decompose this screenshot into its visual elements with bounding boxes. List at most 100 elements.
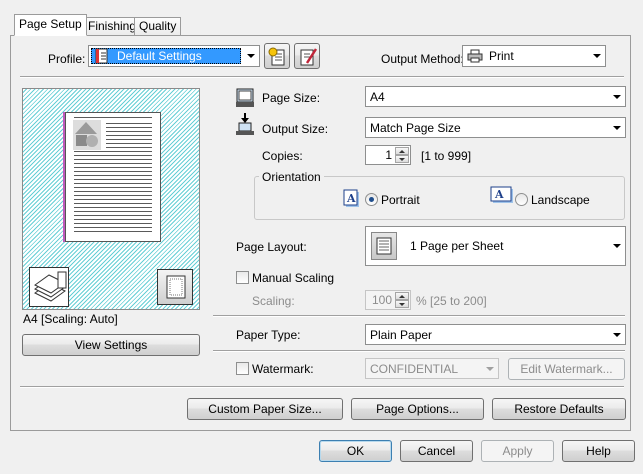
- custom-paper-size-button[interactable]: Custom Paper Size...: [187, 398, 343, 420]
- edit-profile-icon: [298, 47, 318, 73]
- add-profile-button[interactable]: [264, 43, 290, 69]
- portrait-radio[interactable]: [365, 193, 378, 206]
- preview-text-line: [74, 227, 152, 228]
- copies-value: 1: [385, 148, 392, 162]
- preview-text-line: [74, 179, 152, 180]
- profile-value: Default Settings: [117, 49, 202, 63]
- output-method-label: Output Method:: [381, 52, 464, 66]
- chevron-down-icon: [613, 244, 621, 248]
- page-size-select[interactable]: A4: [365, 86, 626, 107]
- scaling-down-arrow[interactable]: [395, 300, 409, 308]
- preview-text-line: [74, 195, 152, 196]
- scaling-spinner[interactable]: 100: [365, 290, 411, 310]
- output-method-select[interactable]: Print: [462, 45, 606, 67]
- one-page-layout-icon: [371, 232, 397, 260]
- page-view-button[interactable]: [157, 269, 193, 305]
- separator: [213, 350, 625, 352]
- preview-text-line: [74, 203, 152, 204]
- page-size-value: A4: [370, 90, 385, 104]
- preview-text-line: [74, 159, 152, 160]
- portrait-label: Portrait: [381, 193, 420, 207]
- preview-text-line: [74, 199, 152, 200]
- edit-watermark-button[interactable]: Edit Watermark...: [508, 358, 625, 380]
- shapes-icon: [73, 120, 101, 150]
- restore-defaults-button[interactable]: Restore Defaults: [492, 398, 626, 420]
- tab-page-setup[interactable]: Page Setup: [14, 14, 87, 36]
- preview-text-line: [106, 147, 152, 148]
- stacked-paper-icon: [34, 271, 67, 302]
- scaling-up-arrow[interactable]: [395, 292, 409, 300]
- manual-scaling-label: Manual Scaling: [252, 271, 335, 285]
- preview-text-line: [74, 167, 152, 168]
- landscape-label: Landscape: [531, 193, 590, 207]
- paper-type-label: Paper Type:: [236, 328, 301, 342]
- profile-label: Profile:: [48, 52, 86, 66]
- preview-text-line: [74, 215, 152, 216]
- tab-quality[interactable]: Quality: [134, 17, 182, 35]
- output-method-value: Print: [489, 49, 514, 63]
- scaling-range: % [25 to 200]: [416, 294, 487, 308]
- ok-button[interactable]: OK: [319, 440, 392, 462]
- output-size-icon: [235, 112, 255, 139]
- page-layout-value: 1 Page per Sheet: [410, 239, 504, 253]
- scaling-value: 100: [371, 293, 392, 307]
- preview-text-line: [74, 171, 152, 172]
- separator: [213, 315, 625, 317]
- paper-type-value: Plain Paper: [370, 328, 433, 342]
- preview-text-line: [74, 155, 152, 156]
- svg-text:A: A: [494, 188, 504, 201]
- watermark-checkbox[interactable]: [236, 362, 249, 375]
- manual-scaling-checkbox[interactable]: [236, 271, 249, 284]
- preview-text-line: [106, 139, 152, 140]
- preview-text-line: [74, 183, 152, 184]
- watermark-select[interactable]: CONFIDENTIAL: [365, 358, 499, 379]
- tab-finishing[interactable]: Finishing: [83, 17, 142, 35]
- page-grid-icon: [166, 275, 186, 299]
- chevron-down-icon: [613, 333, 621, 337]
- preview-text-line: [74, 163, 152, 164]
- preview-text-line: [74, 219, 152, 220]
- preview-text-line: [74, 207, 152, 208]
- landscape-radio[interactable]: [515, 193, 528, 206]
- svg-text:A: A: [346, 192, 356, 205]
- chevron-down-icon: [613, 126, 621, 130]
- preview-caption: A4 [Scaling: Auto]: [23, 312, 118, 326]
- duplex-mode-button[interactable]: [29, 267, 69, 307]
- apply-button[interactable]: Apply: [481, 440, 554, 462]
- output-size-value: Match Page Size: [370, 121, 461, 135]
- preview-text-line: [74, 223, 152, 224]
- cancel-button[interactable]: Cancel: [400, 440, 473, 462]
- output-size-select[interactable]: Match Page Size: [365, 117, 626, 138]
- copies-up-arrow[interactable]: [395, 147, 409, 155]
- landscape-a-icon: A: [490, 186, 514, 207]
- copies-label: Copies:: [262, 149, 303, 163]
- copies-down-arrow[interactable]: [395, 155, 409, 163]
- add-profile-icon: [268, 47, 288, 73]
- separator: [20, 76, 624, 78]
- preview-text-line: [74, 191, 152, 192]
- preview-text-line: [74, 187, 152, 188]
- preview-text-line: [106, 131, 152, 132]
- preview-text-line: [106, 123, 152, 124]
- preview-page: [65, 112, 161, 242]
- profile-select[interactable]: Default Settings: [88, 45, 260, 67]
- help-button[interactable]: Help: [562, 440, 635, 462]
- output-size-label: Output Size:: [262, 122, 329, 136]
- edit-profile-button[interactable]: [294, 43, 320, 69]
- chevron-down-icon: [593, 54, 601, 58]
- layout-preview: [22, 88, 200, 310]
- view-settings-button[interactable]: View Settings: [22, 334, 200, 356]
- page-size-icon: [235, 88, 255, 111]
- chevron-down-icon: [247, 54, 255, 58]
- paper-type-select[interactable]: Plain Paper: [365, 324, 626, 345]
- profile-list-icon: [95, 48, 109, 67]
- copies-spinner[interactable]: 1: [365, 145, 411, 165]
- page-layout-label: Page Layout:: [236, 240, 307, 254]
- chevron-down-icon: [613, 95, 621, 99]
- preview-text-line: [106, 135, 152, 136]
- preview-text-line: [74, 151, 152, 152]
- page-options-button[interactable]: Page Options...: [351, 398, 484, 420]
- page-layout-select[interactable]: 1 Page per Sheet: [365, 226, 626, 266]
- preview-text-line: [106, 127, 152, 128]
- page-size-label: Page Size:: [262, 91, 321, 105]
